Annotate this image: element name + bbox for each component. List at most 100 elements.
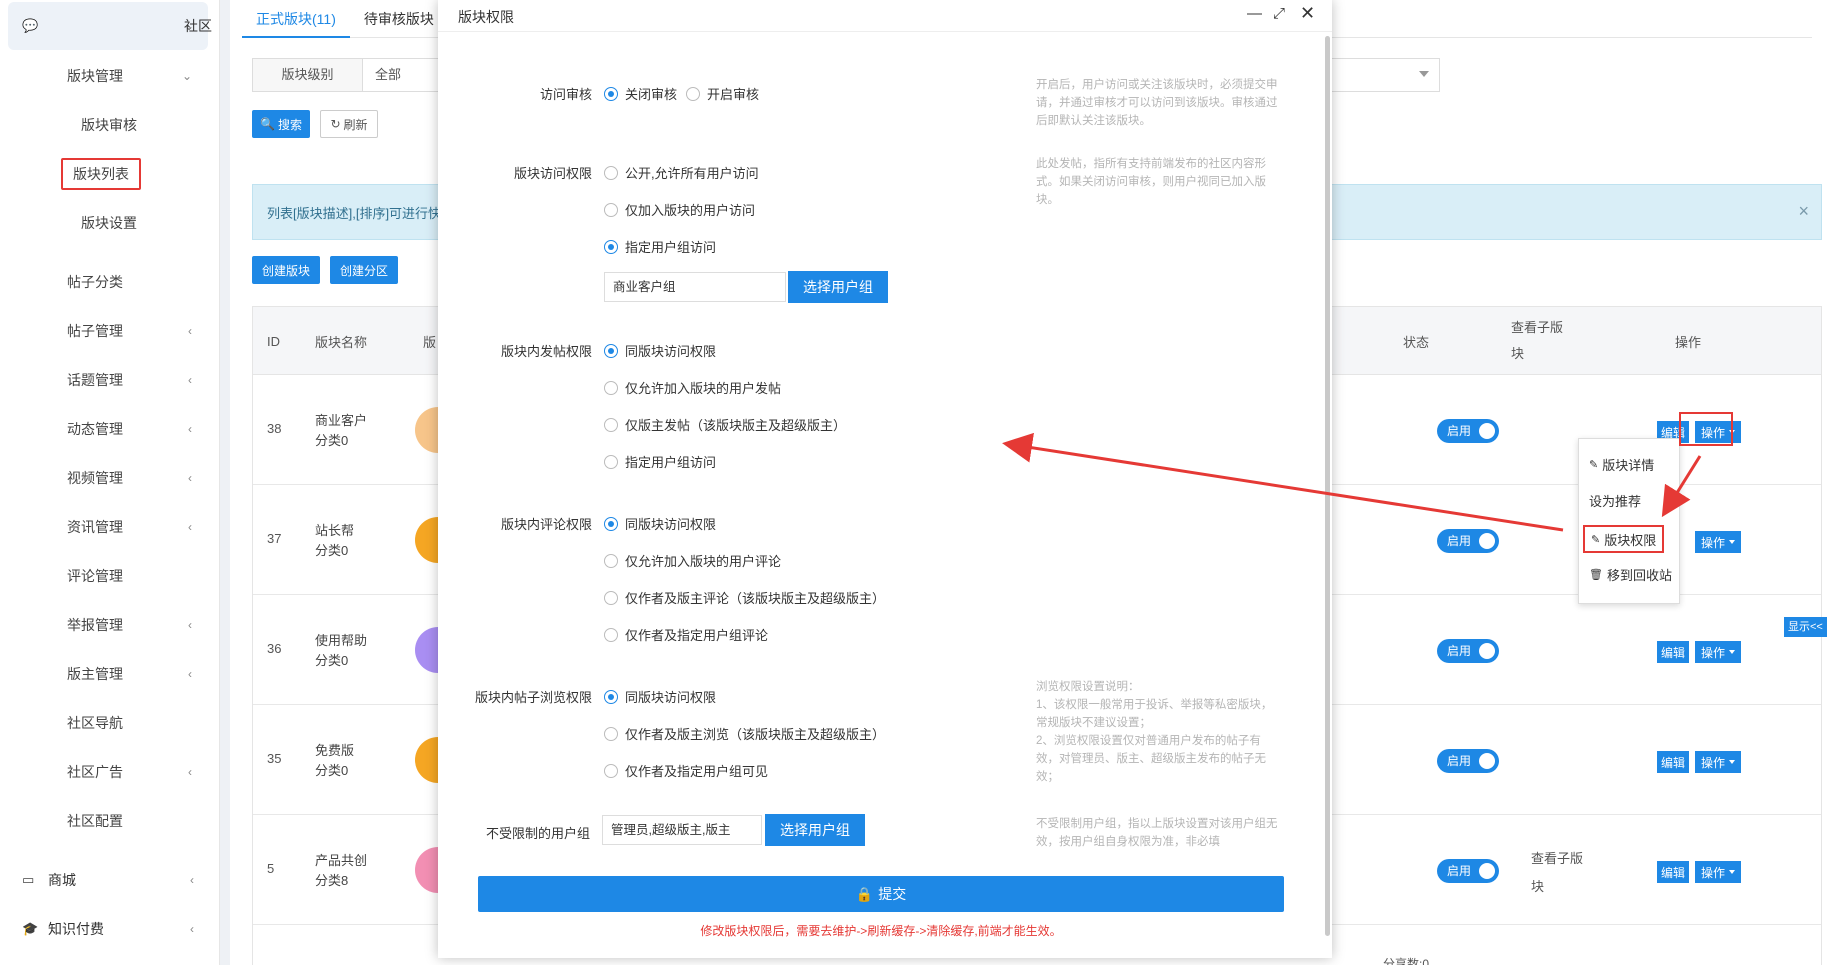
sidebar-item-topic-manage[interactable]: 话题管理 ‹ (0, 365, 220, 395)
sidebar-item-moderator-manage[interactable]: 版主管理 ‹ (0, 659, 220, 689)
header-id: ID (267, 333, 280, 349)
radio-post-moderators[interactable]: 仅版主发帖（该版块版主及超级版主） (604, 415, 846, 434)
select-unlimited-group-button[interactable]: 选择用户组 (765, 814, 865, 846)
radio-label: 同版块访问权限 (625, 517, 717, 532)
menu-item-board-details[interactable]: ✎ 版块详情 (1589, 453, 1654, 475)
refresh-button[interactable]: ↻ 刷新 (320, 110, 378, 138)
sidebar-item-label: 帖子管理 (67, 323, 123, 339)
browse-perm-label: 版块内帖子浏览权限 (474, 690, 592, 705)
sidebar-item-mall[interactable]: ▭ 商城 ‹ (22, 865, 212, 895)
create-board-button[interactable]: 创建版块 (252, 256, 320, 284)
sidebar-item-report-manage[interactable]: 举报管理 ‹ (0, 610, 220, 640)
menu-item-set-recommend[interactable]: 设为推荐 (1589, 489, 1641, 511)
menu-item-move-to-trash[interactable]: 🗑 移到回收站 (1589, 563, 1672, 585)
submit-button[interactable]: 🔒 提交 (478, 876, 1284, 912)
search-button[interactable]: 🔍 搜索 (252, 110, 310, 138)
sidebar-community[interactable]: 💬 社区 ⌄ (8, 2, 212, 50)
sidebar-item-community-ads[interactable]: 社区广告 ‹ (0, 757, 220, 787)
sidebar-item-post-category[interactable]: 帖子分类 (0, 267, 220, 297)
radio-label: 指定用户组访问 (625, 455, 717, 470)
level-filter[interactable]: 版块级别 全部 (252, 58, 444, 92)
status-toggle[interactable]: 启用 (1437, 859, 1499, 883)
radio-comment-moderators[interactable]: 仅作者及版主评论（该版块版主及超级版主） (604, 588, 885, 607)
caret-down-icon (1729, 760, 1735, 764)
radio-browse-group[interactable]: 仅作者及指定用户组可见 (604, 761, 768, 780)
sidebar-item-post-manage[interactable]: 帖子管理 ‹ (0, 316, 220, 346)
radio-label: 同版块访问权限 (625, 690, 717, 705)
sidebar-item-label: 举报管理 (67, 617, 123, 633)
operations-button[interactable]: 操作 (1695, 641, 1741, 663)
chevron-left-icon: ‹ (188, 471, 192, 485)
sidebar-item-comment-manage[interactable]: 评论管理 (0, 561, 220, 591)
radio-members-access[interactable]: 仅加入版块的用户访问 (604, 200, 755, 219)
radio-group-access[interactable]: 指定用户组访问 (604, 237, 716, 256)
menu-item-label: 设为推荐 (1589, 493, 1642, 509)
view-sub-boards-link[interactable]: 查看子版块 (1531, 845, 1591, 901)
status-toggle[interactable]: 启用 (1437, 419, 1499, 443)
row-category: 分类8 (315, 873, 349, 888)
minimize-icon[interactable]: — (1247, 5, 1262, 22)
tab-pending-boards[interactable]: 待审核版块 (350, 0, 448, 38)
sidebar-item-community-nav[interactable]: 社区导航 (0, 708, 220, 738)
level-filter-value[interactable]: 全部 (363, 59, 443, 91)
radio-icon (604, 202, 618, 217)
sidebar-item-board-list[interactable]: 版块列表 (0, 158, 220, 190)
radio-post-same[interactable]: 同版块访问权限 (604, 341, 716, 360)
search-button-label: 搜索 (277, 117, 302, 132)
radio-comment-same[interactable]: 同版块访问权限 (604, 514, 716, 533)
operations-button[interactable]: 操作 (1695, 861, 1741, 883)
radio-post-members[interactable]: 仅允许加入版块的用户发帖 (604, 378, 781, 397)
close-icon[interactable]: ✕ (1300, 3, 1315, 24)
radio-public-access[interactable]: 公开,允许所有用户访问 (604, 163, 759, 182)
row-id: 38 (267, 421, 282, 436)
radio-icon (604, 380, 618, 395)
maximize-icon[interactable]: ⤢ (1273, 5, 1285, 22)
operations-button[interactable]: 操作 (1695, 751, 1741, 773)
unlimited-groups-input[interactable]: 管理员,超级版主,版主 (602, 815, 762, 845)
sidebar-item-video-manage[interactable]: 视频管理 ‹ (0, 463, 220, 493)
sidebar-item-knowledge-pay[interactable]: 🎓 知识付费 ‹ (22, 914, 212, 944)
sidebar-item-community-config[interactable]: 社区配置 (0, 806, 220, 836)
chevron-left-icon: ‹ (188, 765, 192, 779)
sidebar-item-board-settings[interactable]: 版块设置 (0, 208, 220, 238)
highlight-box (1679, 412, 1733, 446)
edit-button[interactable]: 编辑 (1657, 861, 1689, 883)
row-name-text: 产品共创 (315, 853, 368, 868)
operations-button[interactable]: 操作 (1695, 531, 1741, 553)
row-name: 使用帮助 分类0 (315, 631, 367, 671)
edit-button[interactable]: 编辑 (1657, 751, 1689, 773)
sidebar-item-label: 版主管理 (67, 666, 123, 682)
modal-scrollbar[interactable] (1325, 36, 1330, 936)
radio-close-review[interactable]: 关闭审核 (604, 84, 677, 103)
create-zone-button[interactable]: 创建分区 (330, 256, 398, 284)
header-sub-boards: 查看子版块 (1511, 320, 1564, 361)
radio-browse-same[interactable]: 同版块访问权限 (604, 687, 716, 706)
radio-open-review[interactable]: 开启审核 (686, 84, 759, 103)
visit-perm-label: 版块访问权限 (513, 166, 592, 181)
menu-item-board-permissions[interactable]: ✎ 版块权限 (1583, 525, 1665, 553)
status-toggle[interactable]: 启用 (1437, 639, 1499, 663)
tab-official-boards[interactable]: 正式版块(11) (242, 0, 350, 38)
radio-post-group[interactable]: 指定用户组访问 (604, 452, 716, 471)
radio-comment-members[interactable]: 仅允许加入版块的用户评论 (604, 551, 781, 570)
sidebar-item-board-review[interactable]: 版块审核 (0, 110, 220, 140)
menu-item-label: 移到回收站 (1606, 567, 1672, 583)
show-panel-tab[interactable]: 显示<< (1784, 617, 1827, 637)
visit-perm-help: 此处发帖，指所有支持前端发布的社区内容形式。如果关闭访问审核，则用户视同已加入版… (1036, 158, 1266, 206)
sidebar-item-news-manage[interactable]: 资讯管理 ‹ (0, 512, 220, 542)
radio-label: 同版块访问权限 (625, 344, 717, 359)
sidebar-item-board-manage[interactable]: 版块管理 ⌄ (0, 61, 220, 91)
visit-group-input[interactable]: 商业客户组 (604, 272, 786, 302)
edit-button[interactable]: 编辑 (1657, 641, 1689, 663)
sidebar-item-feed-manage[interactable]: 动态管理 ‹ (0, 414, 220, 444)
chevron-left-icon: ‹ (188, 422, 192, 436)
radio-comment-group[interactable]: 仅作者及指定用户组评论 (604, 625, 768, 644)
caret-down-icon (1729, 870, 1735, 874)
close-icon[interactable]: × (1798, 201, 1809, 222)
radio-browse-moderators[interactable]: 仅作者及版主浏览（该版块版主及超级版主） (604, 724, 885, 743)
row-id: 37 (267, 531, 282, 546)
status-toggle[interactable]: 启用 (1437, 749, 1499, 773)
status-toggle[interactable]: 启用 (1437, 529, 1499, 553)
select-user-group-button[interactable]: 选择用户组 (788, 271, 888, 303)
sidebar-item-label: 商城 (48, 872, 76, 888)
